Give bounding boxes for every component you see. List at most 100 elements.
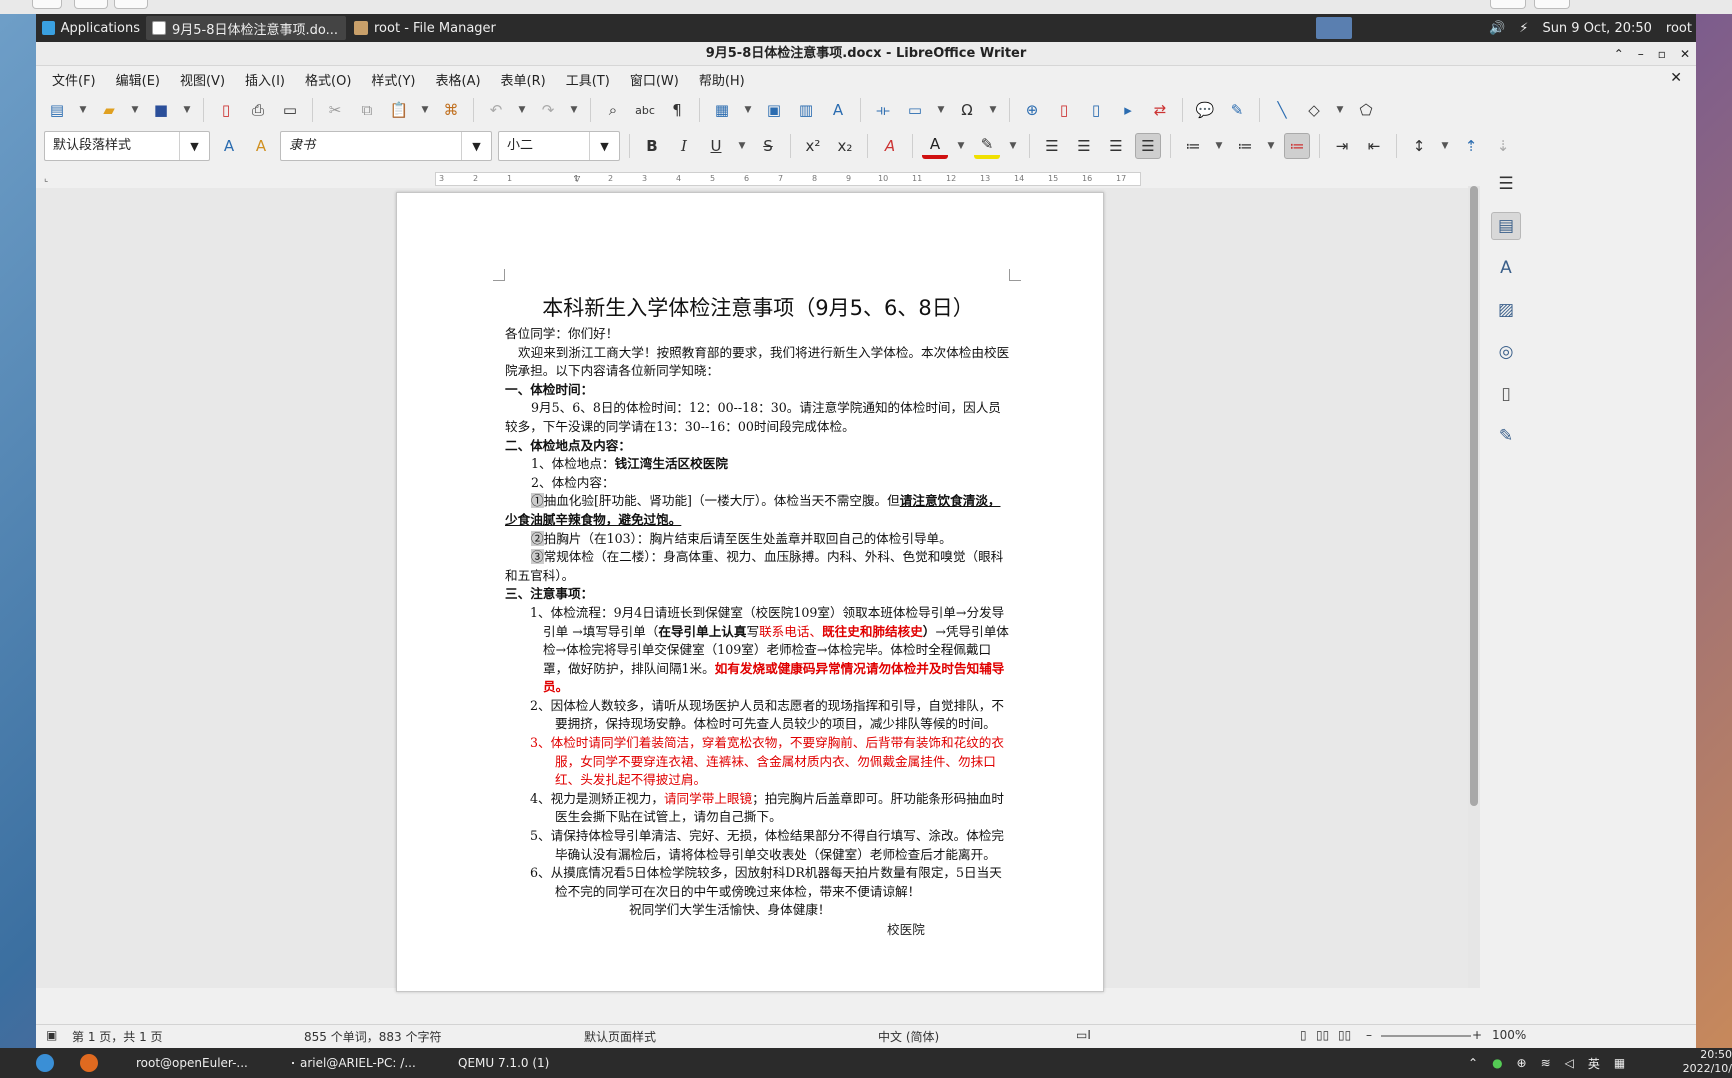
find-replace-icon[interactable]: ⌕ xyxy=(600,97,626,123)
applications-menu[interactable]: Applications xyxy=(36,16,146,40)
draw-functions-icon[interactable]: ⬠ xyxy=(1353,97,1379,123)
scrollbar-thumb[interactable] xyxy=(1470,186,1478,806)
chevron-up-icon[interactable]: ⌃ xyxy=(1468,1056,1478,1070)
save-status-icon[interactable]: ▣ xyxy=(46,1028,57,1042)
chevron-down-icon[interactable]: ▼ xyxy=(76,97,90,123)
insert-field-icon[interactable]: ▭ xyxy=(902,97,928,123)
bullet-list-icon[interactable]: ≔ xyxy=(1180,133,1206,159)
menu-file[interactable]: 文件(F) xyxy=(42,70,106,89)
comment-icon[interactable]: 💬 xyxy=(1192,97,1218,123)
page-style[interactable]: 默认页面样式 xyxy=(584,1028,656,1045)
zoom-out-icon[interactable]: – xyxy=(1366,1028,1372,1042)
paragraph-style-value[interactable]: 默认段落样式 xyxy=(45,132,179,160)
chevron-down-icon[interactable]: ▼ xyxy=(986,97,1000,123)
menu-table[interactable]: 表格(A) xyxy=(426,70,491,89)
footnote-icon[interactable]: ▯ xyxy=(1051,97,1077,123)
style-inspector-icon[interactable]: ✎ xyxy=(1491,422,1521,450)
page-icon[interactable]: ▯ xyxy=(1491,380,1521,408)
decrease-indent-icon[interactable]: ⇤ xyxy=(1361,133,1387,159)
task-qemu[interactable]: QEMU 7.1.0 (1) xyxy=(446,1051,555,1075)
strikethrough-icon[interactable]: S xyxy=(755,133,781,159)
firefox-icon[interactable] xyxy=(74,1051,104,1075)
chevron-down-icon[interactable]: ▼ xyxy=(954,133,968,159)
zoom-level[interactable]: 100% xyxy=(1492,1028,1526,1042)
paste-icon[interactable]: 📋 xyxy=(386,97,412,123)
menu-form[interactable]: 表单(R) xyxy=(491,70,556,89)
calendar-icon[interactable]: ▦ xyxy=(1614,1056,1625,1070)
chevron-down-icon[interactable]: ▼ xyxy=(461,132,491,160)
subscript-icon[interactable]: x₂ xyxy=(832,133,858,159)
clear-formatting-icon[interactable]: A xyxy=(877,133,903,159)
wifi-icon[interactable]: ≋ xyxy=(1541,1056,1551,1070)
multi-page-view-icon[interactable]: ▯▯ xyxy=(1316,1028,1329,1042)
sidebar-menu-icon[interactable]: ☰ xyxy=(1491,170,1521,198)
update-style-icon[interactable]: A xyxy=(216,133,242,159)
maximize-icon[interactable]: ▫ xyxy=(1658,47,1666,61)
menu-insert[interactable]: 插入(I) xyxy=(235,70,295,89)
cross-reference-icon[interactable]: ⇄ xyxy=(1147,97,1173,123)
cut-icon[interactable]: ✂ xyxy=(322,97,348,123)
chevron-down-icon[interactable]: ▼ xyxy=(741,97,755,123)
line-icon[interactable]: ╲ xyxy=(1269,97,1295,123)
chevron-down-icon[interactable]: ▼ xyxy=(1264,133,1278,159)
speaker-mute-icon[interactable]: ◁ xyxy=(1565,1056,1574,1070)
chevron-down-icon[interactable]: ▼ xyxy=(1333,97,1347,123)
special-character-icon[interactable]: Ω xyxy=(954,97,980,123)
chevron-down-icon[interactable]: ▼ xyxy=(934,97,948,123)
gallery-icon[interactable]: ▨ xyxy=(1491,296,1521,324)
menu-view[interactable]: 视图(V) xyxy=(170,70,235,89)
font-color-icon[interactable]: A xyxy=(922,133,948,159)
workspace-switcher[interactable] xyxy=(1316,17,1352,39)
highlight-icon[interactable]: ✎ xyxy=(974,133,1000,159)
host-button[interactable] xyxy=(1490,0,1526,9)
chevron-down-icon[interactable]: ▼ xyxy=(589,132,619,160)
start-menu-icon[interactable] xyxy=(30,1051,60,1075)
underline-icon[interactable]: U xyxy=(703,133,729,159)
zoom-in-icon[interactable]: + xyxy=(1472,1028,1482,1042)
italic-icon[interactable]: I xyxy=(671,133,697,159)
document-text[interactable]: 本科新生入学体检注意事项（9月5、6、8日） 各位同学：你们好！ 欢迎来到浙江工… xyxy=(505,293,1011,920)
wechat-icon[interactable]: ● xyxy=(1492,1056,1502,1070)
volume-icon[interactable]: 🔊 xyxy=(1489,21,1505,36)
document-page[interactable]: 本科新生入学体检注意事项（9月5、6、8日） 各位同学：你们好！ 欢迎来到浙江工… xyxy=(396,192,1104,992)
increase-indent-icon[interactable]: ⇥ xyxy=(1329,133,1355,159)
menu-window[interactable]: 窗口(W) xyxy=(620,70,689,89)
chevron-down-icon[interactable]: ▼ xyxy=(515,97,529,123)
chevron-down-icon[interactable]: ▼ xyxy=(418,97,432,123)
chevron-down-icon[interactable]: ▼ xyxy=(567,97,581,123)
task-file-manager[interactable]: root - File Manager xyxy=(348,16,538,40)
ime-indicator[interactable]: 英 xyxy=(1588,1055,1600,1072)
task-writer[interactable]: 9月5-8日体检注意事项.do... xyxy=(146,16,346,40)
endnote-icon[interactable]: ▯ xyxy=(1083,97,1109,123)
zoom-slider[interactable] xyxy=(1381,1035,1471,1037)
paragraph-style-combo[interactable]: 默认段落样式 ▼ xyxy=(44,131,210,161)
globe-icon[interactable]: ⊕ xyxy=(1517,1056,1527,1070)
page-count[interactable]: 第 1 页，共 1 页 xyxy=(72,1028,163,1045)
book-view-icon[interactable]: ▯▯ xyxy=(1338,1028,1351,1042)
insert-image-icon[interactable]: ▣ xyxy=(761,97,787,123)
navigator-icon[interactable]: ◎ xyxy=(1491,338,1521,366)
formatting-marks-icon[interactable]: ¶ xyxy=(664,97,690,123)
menu-format[interactable]: 格式(O) xyxy=(295,70,361,89)
print-icon[interactable]: ⎙ xyxy=(245,97,271,123)
menu-help[interactable]: 帮助(H) xyxy=(689,70,755,89)
host-button[interactable] xyxy=(1534,0,1570,9)
host-button[interactable] xyxy=(114,0,148,9)
chevron-down-icon[interactable]: ▼ xyxy=(128,97,142,123)
tab-stop-selector[interactable]: ⌞ xyxy=(44,174,48,184)
superscript-icon[interactable]: x² xyxy=(800,133,826,159)
spelling-icon[interactable]: abc xyxy=(632,97,658,123)
clock[interactable]: 20:50 2022/10/ xyxy=(1672,1048,1732,1076)
chevron-down-icon[interactable]: ▼ xyxy=(735,133,749,159)
font-size-value[interactable]: 小二 xyxy=(499,132,589,160)
chevron-down-icon[interactable]: ▼ xyxy=(179,132,209,160)
clone-formatting-icon[interactable]: ⌘ xyxy=(438,97,464,123)
page-break-icon[interactable]: ⟛ xyxy=(870,97,896,123)
minimize-icon[interactable]: – xyxy=(1638,47,1644,61)
task-terminal-1[interactable]: root@openEuler-... xyxy=(124,1051,254,1075)
close-document-icon[interactable]: ✕ xyxy=(1670,70,1682,86)
word-count[interactable]: 855 个单词，883 个字符 xyxy=(304,1028,441,1045)
close-icon[interactable]: ✕ xyxy=(1680,47,1690,61)
menu-tools[interactable]: 工具(T) xyxy=(556,70,620,89)
increase-paragraph-spacing-icon[interactable]: ⇡ xyxy=(1458,133,1484,159)
